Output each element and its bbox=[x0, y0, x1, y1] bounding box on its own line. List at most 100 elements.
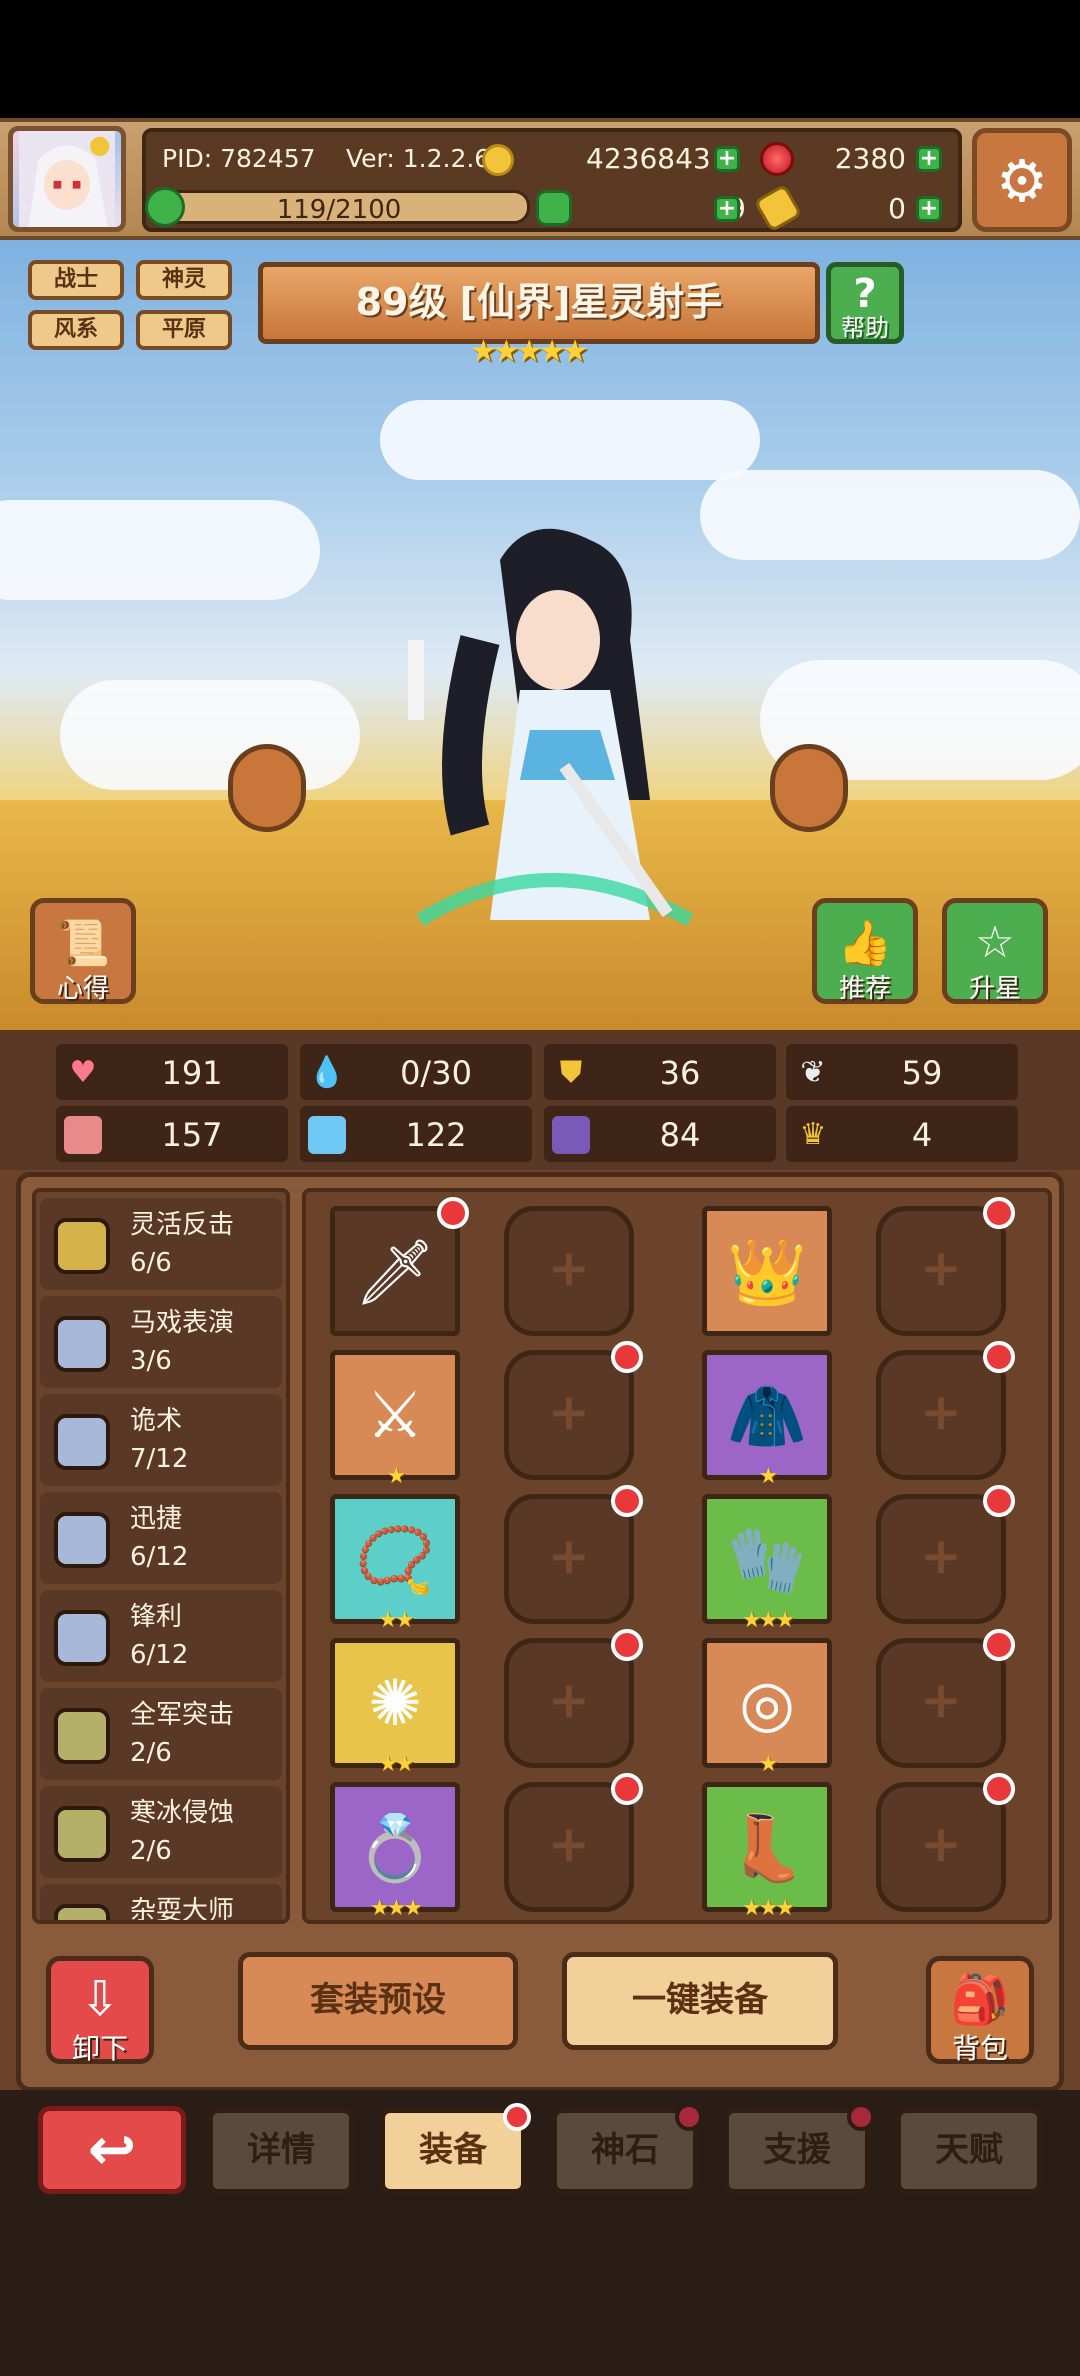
empty-equip-slot[interactable] bbox=[504, 1485, 643, 1624]
crown-icon: ♛ bbox=[799, 1117, 827, 1152]
set-skill-list[interactable]: 灵活反击 6/6 马戏表演 3/6 诡术 7/12 迅捷 6/12 锋利 6/12 全军突击 2/6 寒… bbox=[32, 1188, 290, 1924]
crossed-swords-icon: ⚔ bbox=[366, 1379, 424, 1453]
empty-equip-slot[interactable] bbox=[876, 1485, 1015, 1624]
gem-amount: 2380 bbox=[834, 142, 906, 175]
notification-dot bbox=[503, 2103, 531, 2131]
set-skill-item[interactable]: 迅捷 6/12 bbox=[40, 1492, 282, 1584]
equipment-slots: 🗡👑⚔★🧥★📿★★🧤★★★✺★★◎★💍★★★👢★★★ bbox=[302, 1188, 1052, 1924]
star-up-button[interactable]: ☆ 升星 bbox=[942, 898, 1048, 1004]
tab-support[interactable]: 支援 bbox=[724, 2103, 875, 2194]
backpack-icon: 🎒 bbox=[950, 1972, 1010, 2028]
add-gem-button[interactable]: + bbox=[916, 146, 942, 172]
equip-slot-crown-helmet[interactable]: 👑 bbox=[702, 1206, 832, 1336]
add-clover-button[interactable]: + bbox=[714, 196, 740, 222]
equip-slot-crossed-swords[interactable]: ⚔ ★ bbox=[330, 1350, 460, 1489]
add-key-button[interactable]: + bbox=[916, 196, 942, 222]
recommend-button[interactable]: 👍 推荐 bbox=[812, 898, 918, 1004]
scroll-icon: 📜 bbox=[55, 918, 111, 969]
ring-icon: 💍 bbox=[355, 1812, 435, 1886]
item-stars: ★★★ bbox=[741, 1896, 795, 1921]
equip-slot-bracer[interactable]: 🧤 ★★★ bbox=[702, 1494, 832, 1633]
set-skill-item[interactable]: 诡术 7/12 bbox=[40, 1394, 282, 1486]
skill-name: 诡术 bbox=[130, 1406, 183, 1436]
skill-name: 全军突击 bbox=[130, 1700, 235, 1730]
empty-equip-slot[interactable] bbox=[876, 1197, 1015, 1336]
empty-equip-slot[interactable] bbox=[504, 1206, 634, 1336]
skill-progress: 7/12 bbox=[130, 1444, 189, 1474]
boots-icon: 👢 bbox=[727, 1812, 807, 1886]
key-icon bbox=[753, 183, 803, 233]
belt-icon: ◎ bbox=[739, 1667, 795, 1741]
set-skill-item[interactable]: 马戏表演 3/6 bbox=[40, 1296, 282, 1388]
stat-attack: 157 bbox=[56, 1106, 288, 1162]
item-stars: ★★ bbox=[378, 1752, 414, 1777]
equip-slot-weapon-placeholder[interactable]: 🗡 bbox=[330, 1197, 469, 1336]
auto-equip-button[interactable]: 一键装备 bbox=[562, 1952, 838, 2050]
star-up-label: 升星 bbox=[968, 974, 1021, 1004]
prev-hero-button[interactable] bbox=[228, 744, 306, 832]
equip-slot-boots[interactable]: 👢 ★★★ bbox=[702, 1782, 832, 1921]
tab-details[interactable]: 详情 bbox=[208, 2108, 354, 2194]
tab-talent[interactable]: 天赋 bbox=[896, 2108, 1042, 2194]
stat-agility: 84 bbox=[544, 1106, 776, 1162]
item-stars: ★ bbox=[758, 1752, 779, 1777]
set-skill-item[interactable]: 寒冰侵蚀 2/6 bbox=[40, 1786, 282, 1878]
equip-slot-ring[interactable]: 💍 ★★★ bbox=[330, 1782, 460, 1921]
skill-progress: 2/6 bbox=[130, 1738, 172, 1768]
set-skill-item[interactable]: 杂耍大师 bbox=[40, 1884, 282, 1920]
down-arrow-icon: ⇩ bbox=[79, 1971, 121, 2027]
empty-equip-slot[interactable] bbox=[504, 1773, 643, 1912]
set-skill-item[interactable]: 灵活反击 6/6 bbox=[40, 1198, 282, 1290]
game-version: Ver: 1.2.2.6 bbox=[346, 144, 491, 173]
gold-amount: 4236843 bbox=[586, 142, 711, 175]
item-stars: ★★★ bbox=[369, 1896, 423, 1921]
next-hero-button[interactable] bbox=[770, 744, 848, 832]
water-drop-icon: 💧 bbox=[308, 1055, 346, 1090]
skill-name: 马戏表演 bbox=[130, 1308, 235, 1338]
stat-luck: ♛ 4 bbox=[786, 1106, 1018, 1162]
tab-equipment[interactable]: 装备 bbox=[380, 2103, 531, 2194]
unequip-button[interactable]: ⇩ 卸下 bbox=[46, 1956, 154, 2065]
insight-button[interactable]: 📜 心得 bbox=[30, 898, 136, 1004]
amulet-icon: ✺ bbox=[368, 1667, 422, 1741]
help-button[interactable]: ? 帮助 bbox=[826, 262, 904, 344]
empty-equip-slot[interactable] bbox=[504, 1341, 643, 1480]
stamina-value: 119/2100 bbox=[276, 195, 402, 225]
set-skill-item[interactable]: 全军突击 2/6 bbox=[40, 1688, 282, 1780]
hero-sprite bbox=[408, 528, 694, 927]
equip-slot-belt[interactable]: ◎ ★ bbox=[702, 1638, 832, 1777]
tag-class: 战士 bbox=[28, 260, 124, 300]
equip-slot-amulet[interactable]: ✺ ★★ bbox=[330, 1638, 460, 1777]
empty-equip-slot[interactable] bbox=[504, 1629, 643, 1768]
key-amount: 0 bbox=[888, 192, 906, 225]
insight-label: 心得 bbox=[56, 974, 109, 1004]
empty-equip-slot[interactable] bbox=[876, 1773, 1015, 1912]
item-stars: ★ bbox=[758, 1464, 779, 1489]
notification-dot bbox=[983, 1773, 1015, 1805]
skill-name: 锋利 bbox=[130, 1602, 183, 1632]
weapon-placeholder-icon: 🗡 bbox=[354, 1236, 436, 1310]
equip-slot-green-armor[interactable]: 🧥 ★ bbox=[702, 1350, 832, 1489]
equip-slot-necklace[interactable]: 📿 ★★ bbox=[330, 1494, 460, 1633]
skill-name: 寒冰侵蚀 bbox=[130, 1798, 235, 1828]
add-gold-button[interactable]: + bbox=[714, 146, 740, 172]
green-armor-icon: 🧥 bbox=[727, 1380, 807, 1454]
bag-button[interactable]: 🎒 背包 bbox=[926, 1956, 1034, 2065]
book-icon bbox=[308, 1116, 346, 1154]
wing-icon: ❦ bbox=[800, 1055, 826, 1090]
set-preset-button[interactable]: 套装预设 bbox=[238, 1952, 518, 2050]
skill-icon bbox=[54, 1316, 110, 1372]
avatar-portrait-icon bbox=[19, 131, 115, 227]
notification-dot bbox=[437, 1197, 469, 1229]
gold-coin-icon bbox=[482, 144, 514, 176]
empty-equip-slot[interactable] bbox=[876, 1341, 1015, 1480]
empty-equip-slot[interactable] bbox=[876, 1629, 1015, 1768]
back-button[interactable] bbox=[38, 2106, 186, 2194]
tab-god-stone[interactable]: 神石 bbox=[552, 2103, 703, 2194]
settings-button[interactable] bbox=[972, 128, 1072, 232]
skill-icon bbox=[54, 1512, 110, 1568]
notification-dot bbox=[983, 1341, 1015, 1373]
player-avatar[interactable] bbox=[8, 126, 126, 232]
skill-progress: 6/12 bbox=[130, 1542, 189, 1572]
set-skill-item[interactable]: 锋利 6/12 bbox=[40, 1590, 282, 1682]
